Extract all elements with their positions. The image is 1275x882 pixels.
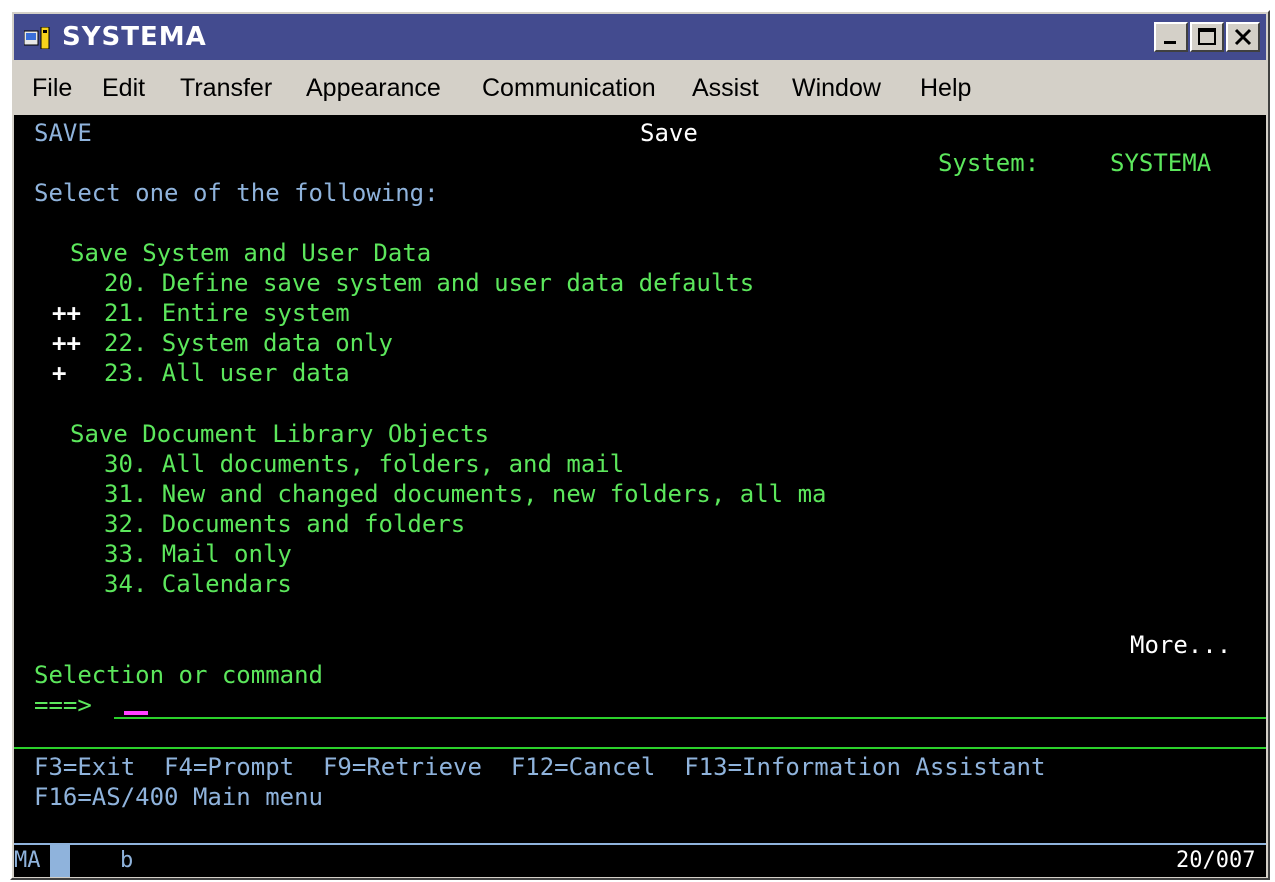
close-icon — [1234, 28, 1252, 46]
command-input-underline[interactable] — [114, 717, 1266, 719]
menu-option-31[interactable]: 31. New and changed documents, new folde… — [104, 480, 826, 508]
separator-line — [14, 747, 1266, 749]
menu-file[interactable]: File — [32, 74, 72, 102]
menu-transfer[interactable]: Transfer — [180, 74, 272, 102]
terminal-app-icon — [24, 27, 50, 49]
menu-assist[interactable]: Assist — [692, 74, 759, 102]
maximize-button[interactable] — [1190, 22, 1224, 52]
maximize-icon — [1198, 28, 1216, 45]
menu-help[interactable]: Help — [920, 74, 971, 102]
title-bar[interactable]: SYSTEMA — [14, 14, 1266, 60]
menu-option-21[interactable]: 21. Entire system — [104, 299, 350, 327]
instruction-text: Select one of the following: — [34, 179, 439, 207]
system-label: System: — [938, 149, 1040, 177]
menu-option-23[interactable]: 23. All user data — [104, 359, 350, 387]
section-title-system-user: Save System and User Data — [70, 239, 432, 267]
function-keys-line1: F3=Exit F4=Prompt F9=Retrieve F12=Cancel… — [34, 753, 1046, 781]
menu-option-32[interactable]: 32. Documents and folders — [104, 510, 465, 538]
menu-communication[interactable]: Communication — [482, 74, 656, 102]
text-cursor — [124, 711, 148, 715]
function-keys-line2: F16=AS/400 Main menu — [34, 783, 323, 811]
option-marker-22: ++ — [52, 329, 81, 357]
prompt-label: Selection or command — [34, 661, 323, 689]
minimize-button[interactable] — [1154, 22, 1188, 52]
screen-title: Save — [640, 119, 698, 147]
session-letter: b — [120, 848, 134, 873]
section-title-document-library: Save Document Library Objects — [70, 420, 490, 448]
window-title: SYSTEMA — [62, 22, 207, 52]
menu-window[interactable]: Window — [792, 74, 881, 102]
cursor-position: 20/007 — [1176, 848, 1256, 873]
prompt-arrow: ===> — [34, 691, 92, 719]
session-indicator: MA — [14, 848, 41, 873]
more-indicator: More... — [1130, 631, 1232, 659]
menu-option-20[interactable]: 20. Define save system and user data def… — [104, 269, 754, 297]
menu-edit[interactable]: Edit — [102, 74, 145, 102]
menu-appearance[interactable]: Appearance — [306, 74, 441, 102]
menu-option-30[interactable]: 30. All documents, folders, and mail — [104, 450, 624, 478]
menu-option-33[interactable]: 33. Mail only — [104, 540, 292, 568]
option-marker-23: + — [52, 359, 67, 387]
system-name: SYSTEMA — [1110, 149, 1212, 177]
menu-id: SAVE — [34, 119, 92, 147]
close-button[interactable] — [1226, 22, 1260, 52]
operator-information-area: MA b 20/007 — [14, 845, 1266, 877]
session-cursor-block — [50, 845, 70, 877]
emulator-window: SYSTEMA File Edit Transfer Appearance Co… — [10, 10, 1270, 880]
minimize-icon — [1164, 41, 1176, 44]
menu-bar: File Edit Transfer Appearance Communicat… — [14, 62, 1266, 112]
option-marker-21: ++ — [52, 299, 81, 327]
menu-option-34[interactable]: 34. Calendars — [104, 570, 292, 598]
terminal-screen[interactable]: SAVE Save System: SYSTEMA Select one of … — [14, 115, 1266, 845]
menu-option-22[interactable]: 22. System data only — [104, 329, 393, 357]
